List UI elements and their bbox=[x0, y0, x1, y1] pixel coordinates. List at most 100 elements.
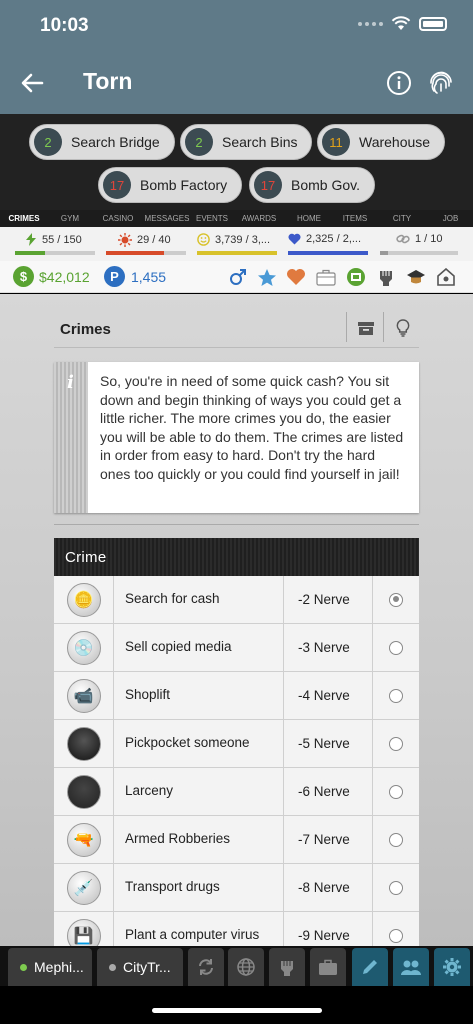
crime-nerve-cost: -9 Nerve bbox=[284, 912, 373, 946]
crime-radio[interactable] bbox=[389, 784, 403, 799]
money-row: $ $42,012 P 1,455 bbox=[0, 261, 473, 293]
lightbulb-icon[interactable] bbox=[393, 318, 413, 338]
crime-radio[interactable] bbox=[389, 928, 403, 943]
cash-value[interactable]: $42,012 bbox=[39, 269, 90, 285]
info-strip: i bbox=[54, 362, 88, 513]
bank-icon[interactable] bbox=[346, 267, 366, 287]
battery-icon bbox=[419, 16, 447, 31]
fist-icon[interactable] bbox=[376, 267, 396, 287]
tab-messages[interactable]: MESSAGES bbox=[144, 214, 190, 223]
happy-bar bbox=[197, 251, 277, 255]
tab-job[interactable]: JOB bbox=[428, 214, 473, 223]
global-chat-button[interactable] bbox=[228, 948, 264, 986]
crime-row[interactable]: 💉 Transport drugs -8 Nerve bbox=[54, 864, 419, 912]
crime-radio-cell bbox=[373, 912, 419, 946]
crime-nerve-cost: -5 Nerve bbox=[284, 720, 373, 767]
heart-icon[interactable] bbox=[286, 267, 306, 287]
chat-tab-1[interactable]: Mephi... bbox=[8, 948, 92, 986]
tab-casino[interactable]: CASINO bbox=[92, 214, 144, 223]
faction-chat-button[interactable] bbox=[269, 948, 305, 986]
crime-radio[interactable] bbox=[389, 640, 403, 655]
crime-nerve-cost: -2 Nerve bbox=[284, 576, 373, 623]
points-value[interactable]: 1,455 bbox=[131, 269, 166, 285]
settings-button[interactable] bbox=[434, 948, 470, 986]
quicklink-warehouse[interactable]: 11 Warehouse bbox=[317, 124, 446, 160]
crime-thumb: 🪙 bbox=[54, 576, 114, 623]
life-stat[interactable]: 2,325 / 2,... bbox=[288, 233, 368, 245]
briefcase-icon bbox=[319, 959, 337, 975]
tab-items[interactable]: ITEMS bbox=[334, 214, 376, 223]
info-i-icon: i bbox=[67, 372, 74, 393]
nerve-icon bbox=[118, 233, 132, 247]
tab-city[interactable]: CITY bbox=[376, 214, 428, 223]
back-arrow-icon[interactable] bbox=[20, 70, 46, 96]
crime-radio[interactable] bbox=[389, 688, 403, 703]
star-icon[interactable] bbox=[257, 267, 277, 287]
graduation-cap-icon[interactable] bbox=[406, 267, 426, 287]
happy-value: 3,739 / 3,... bbox=[215, 233, 271, 246]
crime-row[interactable]: 📹 Shoplift -4 Nerve bbox=[54, 672, 419, 720]
crime-radio[interactable] bbox=[389, 880, 403, 895]
home-indicator[interactable] bbox=[152, 1008, 322, 1013]
page-title: Torn bbox=[83, 68, 133, 94]
property-house-icon[interactable] bbox=[436, 267, 456, 287]
crime-radio[interactable] bbox=[389, 736, 403, 751]
crime-name: Shoplift bbox=[114, 672, 284, 719]
crime-radio-cell bbox=[373, 672, 419, 719]
balaclava-icon bbox=[66, 774, 101, 809]
crime-row[interactable]: Pickpocket someone -5 Nerve bbox=[54, 720, 419, 768]
crime-radio[interactable] bbox=[389, 832, 403, 847]
quicklink-search-bins[interactable]: 2 Search Bins bbox=[180, 124, 313, 160]
happy-bar-fill bbox=[197, 251, 277, 255]
briefcase-icon[interactable] bbox=[316, 267, 336, 287]
info-icon[interactable] bbox=[386, 70, 412, 96]
archive-icon[interactable] bbox=[356, 318, 376, 338]
disc-icon: 💿 bbox=[66, 630, 101, 665]
fingerprint-icon[interactable] bbox=[428, 69, 454, 97]
crime-row[interactable]: 💾 Plant a computer virus -9 Nerve bbox=[54, 912, 419, 946]
crime-nerve-cost: -7 Nerve bbox=[284, 816, 373, 863]
chain-value: 1 / 10 bbox=[415, 233, 443, 245]
crime-row[interactable]: 💿 Sell copied media -3 Nerve bbox=[54, 624, 419, 672]
crime-name: Plant a computer virus bbox=[114, 912, 284, 946]
tab-events[interactable]: EVENTS bbox=[190, 214, 234, 223]
crime-radio[interactable] bbox=[389, 592, 403, 607]
refresh-button[interactable] bbox=[188, 948, 224, 986]
company-chat-button[interactable] bbox=[310, 948, 346, 986]
quick-links-bar: 2 Search Bridge 2 Search Bins 11 Warehou… bbox=[0, 114, 473, 210]
quicklink-search-bridge[interactable]: 2 Search Bridge bbox=[29, 124, 175, 160]
male-gender-icon[interactable] bbox=[228, 267, 248, 287]
crime-list: 🪙 Search for cash -2 Nerve 💿 Sell copied… bbox=[54, 576, 419, 946]
energy-stat[interactable]: 55 / 150 bbox=[25, 233, 105, 246]
energy-value: 55 / 150 bbox=[42, 233, 82, 246]
energy-bar-fill bbox=[15, 251, 45, 255]
gear-icon bbox=[443, 958, 461, 976]
life-value: 2,325 / 2,... bbox=[306, 233, 362, 245]
quicklink-bomb-gov[interactable]: 17 Bomb Gov. bbox=[249, 167, 375, 203]
chain-stat[interactable]: 1 / 10 bbox=[396, 233, 473, 245]
coins-icon: 🪙 bbox=[66, 582, 101, 617]
crime-name: Larceny bbox=[114, 768, 284, 815]
tab-home[interactable]: HOME bbox=[284, 214, 334, 223]
chat-tab-2[interactable]: CityTr... bbox=[97, 948, 183, 986]
people-button[interactable] bbox=[393, 948, 429, 986]
tab-crimes[interactable]: CRIMES bbox=[0, 214, 48, 223]
nerve-stat[interactable]: 29 / 40 bbox=[118, 233, 198, 247]
tab-awards[interactable]: AWARDS bbox=[234, 214, 284, 223]
tab-gym[interactable]: GYM bbox=[48, 214, 92, 223]
crime-row[interactable]: 🔫 Armed Robberies -7 Nerve bbox=[54, 816, 419, 864]
crime-thumb: 🔫 bbox=[54, 816, 114, 863]
crimes-content: Crimes i So, you're in need of some quic… bbox=[0, 294, 473, 946]
info-box: i So, you're in need of some quick cash?… bbox=[54, 362, 419, 513]
crime-row[interactable]: Larceny -6 Nerve bbox=[54, 768, 419, 816]
offline-dot-icon bbox=[109, 963, 116, 971]
crime-nerve-cost: -4 Nerve bbox=[284, 672, 373, 719]
notes-button[interactable] bbox=[352, 948, 388, 986]
crime-radio-cell bbox=[373, 576, 419, 623]
quicklink-label: Bomb Gov. bbox=[291, 177, 360, 193]
people-icon bbox=[401, 960, 421, 975]
crime-row[interactable]: 🪙 Search for cash -2 Nerve bbox=[54, 576, 419, 624]
quicklink-bomb-factory[interactable]: 17 Bomb Factory bbox=[98, 167, 243, 203]
status-icons bbox=[358, 16, 447, 31]
happy-stat[interactable]: 3,739 / 3,... bbox=[197, 233, 277, 246]
